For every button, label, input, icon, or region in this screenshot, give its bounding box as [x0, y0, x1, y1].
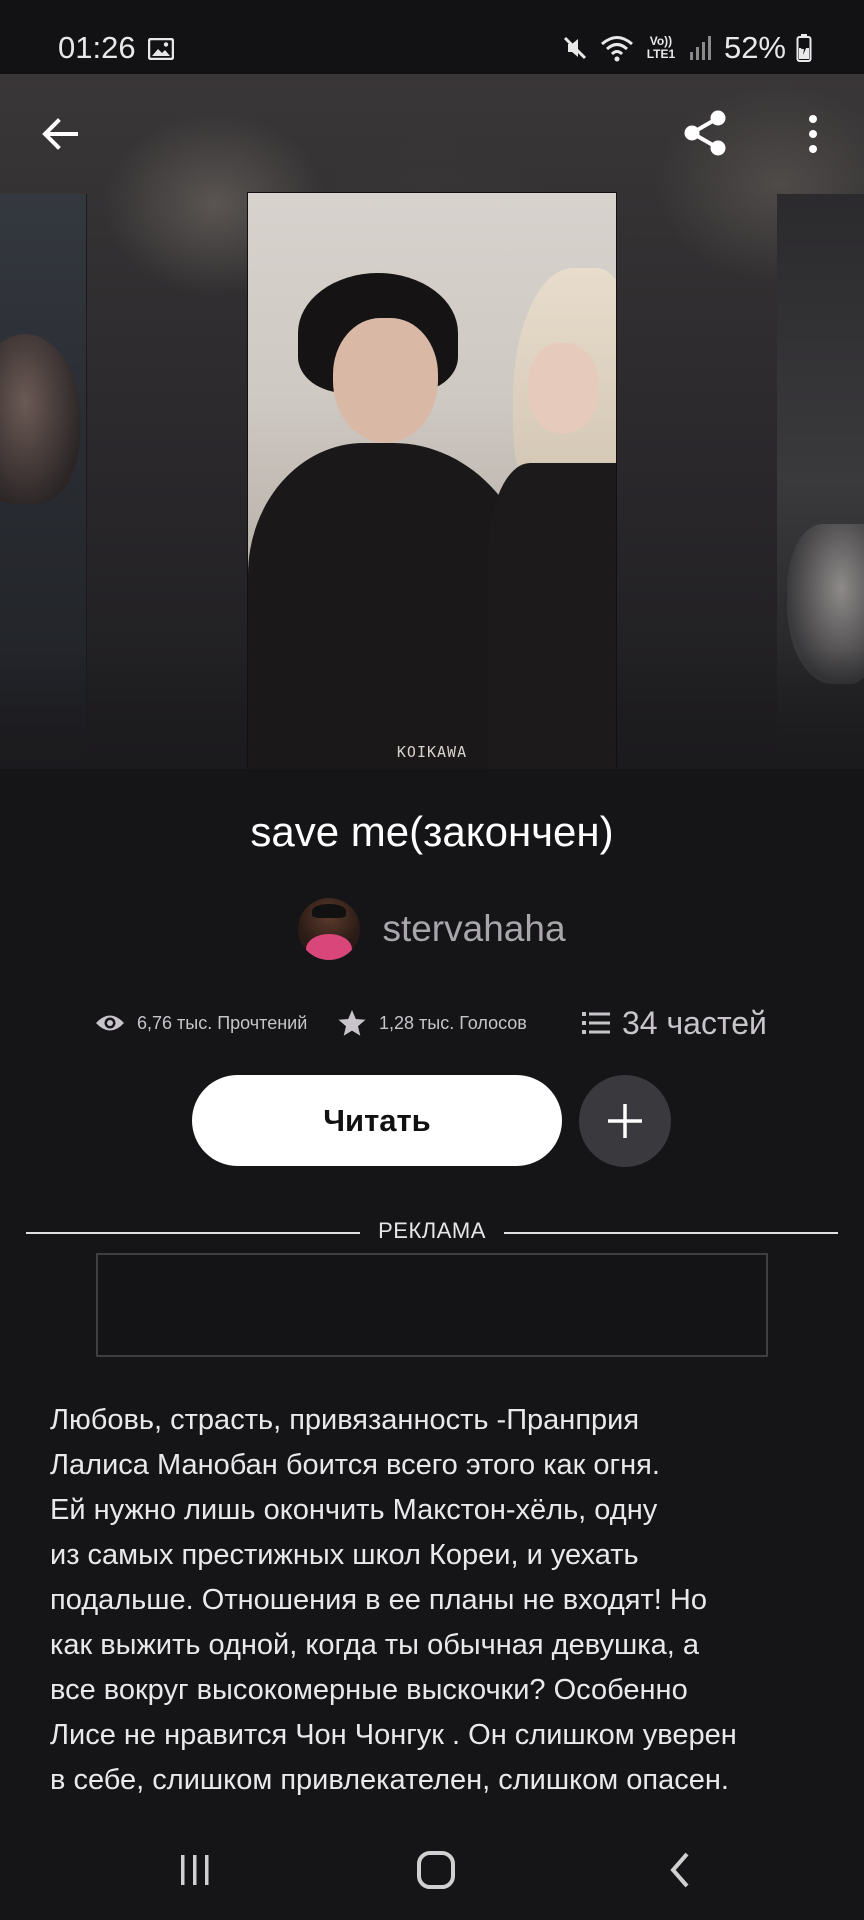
book-detail-screen: 01:26 Vo)) LTE1 52% KOIKAWA save me(зако… — [0, 0, 864, 1920]
image-icon — [148, 38, 174, 60]
cover-carousel: KOIKAWA — [0, 74, 864, 769]
wifi-icon — [600, 36, 633, 62]
stats-row: 6,76 тыс. Прочтений 1,28 тыс. Голосов 34… — [0, 998, 864, 1048]
add-to-library-button[interactable] — [579, 1075, 671, 1167]
home-button[interactable] — [411, 1842, 461, 1898]
signal-icon — [689, 36, 711, 60]
read-button[interactable]: Читать — [192, 1075, 562, 1166]
system-nav-bar — [0, 1820, 864, 1920]
description-line: Лисе не нравится Чон Чонгук . Он слишком… — [50, 1719, 737, 1751]
nav-back-button[interactable] — [655, 1842, 705, 1898]
description-line: Любовь, страсть, привязанность -Пранприя — [50, 1404, 640, 1436]
author-avatar[interactable] — [298, 898, 361, 960]
author-name[interactable]: stervahaha — [382, 908, 565, 950]
network-label: Vo)) LTE1 — [646, 34, 676, 61]
description-line: Лалиса Манобан боится всего этого как ог… — [50, 1449, 660, 1481]
description-line: как выжить одной, когда ты обычная девуш… — [50, 1629, 699, 1661]
description-line: Ей нужно лишь окончить Макстон-хёль, одн… — [50, 1494, 658, 1526]
share-icon[interactable] — [678, 106, 732, 160]
author-row[interactable]: stervahaha — [0, 898, 864, 960]
votes-stat: 1,28 тыс. Голосов — [337, 998, 527, 1048]
ad-label: РЕКЛАМА — [378, 1218, 486, 1243]
description-line: из самых престижных школ Кореи, и уехать — [50, 1539, 639, 1571]
book-description: Любовь, страсть, привязанность -Пранприя… — [50, 1398, 830, 1820]
mute-icon — [563, 36, 587, 60]
status-time: 01:26 — [58, 30, 136, 65]
home-icon — [417, 1851, 455, 1889]
plus-icon — [608, 1104, 642, 1138]
parts-count[interactable]: 34 частей — [622, 1005, 767, 1042]
description-line: в себе, слишком привлекателен, слишком о… — [50, 1764, 729, 1796]
more-vertical-icon[interactable] — [800, 110, 826, 158]
status-icons: Vo)) LTE1 52% — [560, 30, 812, 66]
cover-watermark: KOIKAWA — [396, 743, 468, 761]
recent-apps-icon — [181, 1855, 209, 1885]
votes-count: 1,28 тыс. Голосов — [379, 1012, 527, 1033]
battery-percent: 52% — [723, 30, 786, 65]
ad-divider: РЕКЛАМА — [26, 1218, 838, 1248]
back-arrow-icon[interactable] — [36, 110, 84, 158]
parts-stat[interactable]: 34 частей — [582, 998, 767, 1048]
description-line: подальше. Отношения в ее планы не входят… — [50, 1584, 707, 1616]
book-cover[interactable]: KOIKAWA — [248, 193, 616, 769]
back-icon — [670, 1852, 689, 1888]
ad-banner[interactable] — [96, 1253, 768, 1357]
battery-icon — [796, 34, 812, 62]
recent-apps-button[interactable] — [170, 1842, 220, 1898]
description-line: все вокруг высокомерные выскочки? Особен… — [50, 1674, 688, 1706]
list-icon — [582, 1012, 610, 1034]
star-icon — [338, 1010, 366, 1036]
book-title: save me(закончен) — [250, 808, 614, 855]
eye-icon — [96, 1015, 124, 1031]
status-bar: 01:26 Vo)) LTE1 52% — [0, 0, 864, 74]
reads-stat: 6,76 тыс. Прочтений — [95, 998, 307, 1048]
reads-count: 6,76 тыс. Прочтений — [137, 1012, 308, 1033]
